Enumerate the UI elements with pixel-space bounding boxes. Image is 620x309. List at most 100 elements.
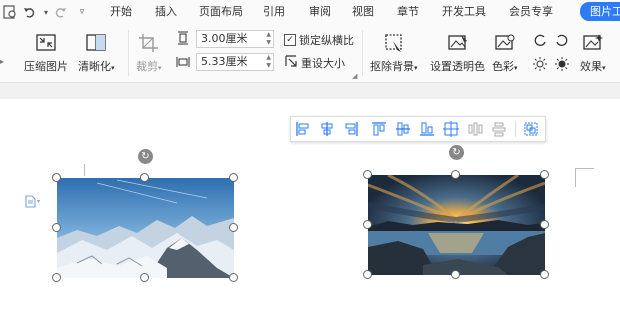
height-input[interactable]: 3.00厘米 ▲ ▼ — [196, 30, 274, 48]
page-corner-mark — [84, 164, 85, 176]
crop-label: 裁剪▾ — [136, 60, 162, 73]
align-middle-icon[interactable] — [395, 121, 411, 137]
resize-handle-ne[interactable] — [540, 170, 549, 179]
resize-handle-w[interactable] — [363, 220, 372, 229]
align-top-icon[interactable] — [371, 121, 387, 137]
resize-handle-sw[interactable] — [52, 273, 61, 282]
set-transparent-button[interactable]: 设置透明色 — [430, 32, 485, 74]
rotate-left-icon[interactable] — [532, 32, 548, 48]
set-transparent-label: 设置透明色 — [430, 60, 485, 73]
resize-handle-s[interactable] — [140, 273, 149, 282]
crop-icon — [138, 32, 160, 54]
width-input[interactable]: 5.33厘米 ▲ ▼ — [196, 53, 274, 71]
contrast-icon[interactable] — [554, 56, 570, 72]
tab-bar: ▾ ▿ 开始 插入 页面布局 引用 审阅 视图 章节 开发工具 会员专享 图片工… — [0, 0, 620, 24]
tab-review[interactable]: 审阅 — [309, 4, 331, 20]
align-center-page-icon[interactable] — [443, 121, 459, 137]
sharpen-label: 清晰化▾ — [78, 60, 115, 73]
separator — [128, 30, 129, 76]
resize-handle-sw[interactable] — [363, 270, 372, 279]
tab-view[interactable]: 视图 — [352, 4, 374, 20]
remove-background-label: 抠除背景▾ — [370, 60, 418, 73]
rotate-handle-icon[interactable]: ↻ — [138, 149, 153, 164]
sunset-lake-image[interactable] — [363, 170, 549, 279]
print-preview-icon[interactable] — [2, 4, 18, 20]
resize-handle-ne[interactable] — [229, 173, 238, 182]
dialog-launcher-icon[interactable]: ◢ — [352, 72, 357, 80]
ribbon-scroll-left-icon[interactable]: ▸ — [0, 57, 4, 66]
effects-label: 效果▾ — [580, 60, 606, 73]
resize-handle-e[interactable] — [540, 220, 549, 229]
reset-size-icon — [284, 54, 298, 71]
lock-ratio-label: 锁定纵横比 — [299, 34, 354, 47]
distribute-vertical-icon[interactable] — [491, 121, 507, 137]
group-objects-icon[interactable] — [523, 121, 539, 137]
distribute-horizontal-icon[interactable] — [467, 121, 483, 137]
outline-doc-icon[interactable]: ▾ — [24, 195, 41, 212]
tab-reference[interactable]: 引用 — [263, 4, 285, 20]
checkbox-checked-icon[interactable]: ✓ — [284, 34, 296, 46]
width-icon — [175, 54, 191, 70]
color-label: 色彩▾ — [492, 60, 518, 73]
resize-handle-nw[interactable] — [52, 173, 61, 182]
redo-icon[interactable] — [52, 4, 68, 20]
effects-icon — [582, 32, 604, 54]
rotate-handle-icon[interactable]: ↻ — [449, 145, 464, 160]
tab-member[interactable]: 会员专享 — [509, 4, 553, 20]
resize-handle-n[interactable] — [140, 173, 149, 182]
crop-button[interactable]: 裁剪▾ — [136, 32, 162, 74]
sharpen-dropdown-icon: ▾ — [111, 64, 115, 72]
height-spinner-icon[interactable]: ▲ ▼ — [266, 31, 271, 47]
resize-handle-s[interactable] — [451, 270, 460, 279]
alignment-toolbar — [290, 116, 546, 142]
remove-background-button[interactable]: 抠除背景▾ — [370, 32, 418, 74]
align-left-icon[interactable] — [295, 121, 311, 137]
tab-start[interactable]: 开始 — [110, 4, 132, 20]
sunset-photo — [367, 173, 546, 275]
height-icon — [175, 30, 191, 46]
resize-handle-w[interactable] — [52, 223, 61, 232]
reset-size-label: 重设大小 — [301, 56, 345, 70]
page-corner-mark — [575, 168, 594, 187]
undo-icon[interactable] — [22, 4, 38, 20]
separator — [362, 30, 363, 76]
sharpen-icon — [85, 32, 107, 54]
compress-label: 压缩图片 — [24, 60, 68, 73]
resize-handle-se[interactable] — [540, 270, 549, 279]
mountain-photo — [57, 178, 234, 278]
color-dropdown-icon: ▾ — [514, 64, 518, 72]
separator — [515, 121, 516, 137]
rotate-right-icon[interactable] — [554, 32, 570, 48]
remove-background-icon — [383, 32, 405, 54]
lock-ratio-checkbox[interactable]: ✓ 锁定纵横比 — [284, 32, 354, 48]
resize-handle-n[interactable] — [451, 170, 460, 179]
color-button[interactable]: 色彩▾ — [492, 32, 518, 74]
compress-button[interactable]: 压缩图片 — [24, 32, 68, 74]
resize-handle-se[interactable] — [229, 273, 238, 282]
align-center-icon[interactable] — [319, 121, 335, 137]
align-right-icon[interactable] — [343, 121, 359, 137]
quick-access-dropdown-icon[interactable]: ▿ — [74, 4, 90, 20]
effects-button[interactable]: 效果▾ — [580, 32, 606, 74]
sharpen-button[interactable]: 清晰化▾ — [78, 32, 115, 74]
tab-developer[interactable]: 开发工具 — [442, 4, 486, 20]
transparent-color-icon — [447, 32, 469, 54]
outline-dropdown-icon: ▾ — [37, 198, 41, 205]
crop-dropdown-icon: ▾ — [158, 64, 162, 72]
tab-page-layout[interactable]: 页面布局 — [199, 4, 243, 20]
width-spinner-icon[interactable]: ▲ ▼ — [266, 54, 271, 70]
ribbon-toolbar: ▸ 压缩图片 清晰化▾ 裁剪▾ 3.00厘米 ▲ ▼ 5.33厘米 ▲ ▼ ✓ 锁定… — [0, 24, 620, 83]
brightness-icon[interactable] — [532, 56, 548, 72]
reset-size-button[interactable]: 重设大小 — [284, 54, 345, 71]
resize-handle-e[interactable] — [229, 223, 238, 232]
tab-picture-tools[interactable]: 图片工具 — [580, 2, 620, 21]
compress-icon — [35, 32, 57, 54]
align-bottom-icon[interactable] — [419, 121, 435, 137]
tab-insert[interactable]: 插入 — [155, 4, 177, 20]
document-gap — [0, 83, 620, 99]
tab-chapter[interactable]: 章节 — [397, 4, 419, 20]
resize-handle-nw[interactable] — [363, 170, 372, 179]
remove-background-dropdown-icon: ▾ — [414, 64, 418, 72]
effects-dropdown-icon: ▾ — [602, 64, 606, 72]
mountain-image[interactable] — [52, 173, 238, 282]
